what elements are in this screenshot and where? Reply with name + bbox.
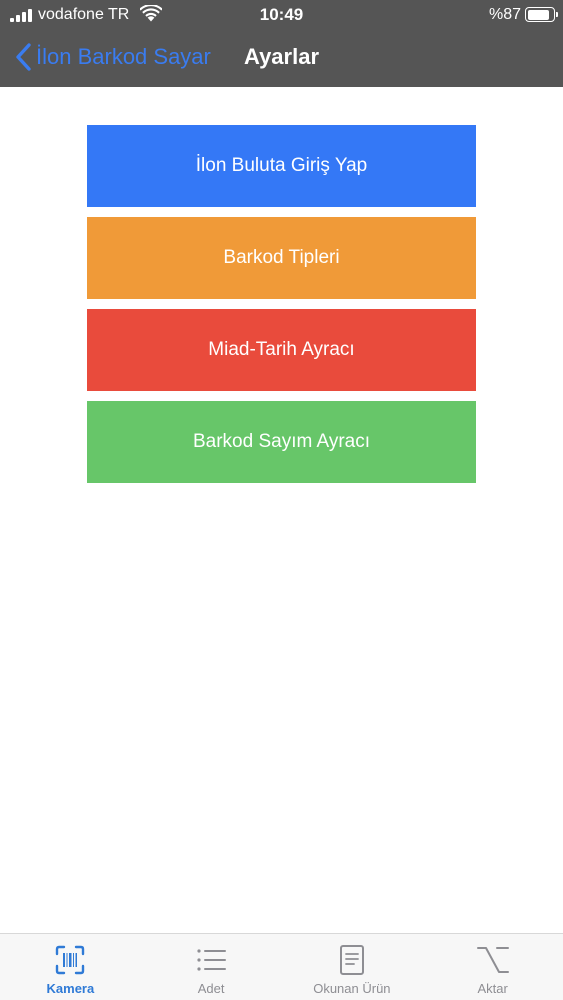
chevron-left-icon — [16, 43, 31, 71]
settings-screen: vodafone TR 10:49 %87 İlon Barkod Sayar … — [0, 0, 563, 1000]
tab-label: Okunan Ürün — [313, 981, 391, 996]
battery-icon — [525, 7, 558, 22]
tab-aktar[interactable]: Aktar — [422, 934, 563, 1000]
battery-percentage: %87 — [488, 6, 521, 23]
barcode-types-button[interactable]: Barkod Tipleri — [87, 217, 476, 299]
tab-label: Aktar — [477, 981, 508, 996]
option-key-icon — [476, 947, 509, 973]
back-button[interactable]: İlon Barkod Sayar — [14, 40, 211, 74]
page-title: Ayarlar — [244, 44, 320, 69]
tab-okunan-urun[interactable]: Okunan Ürün — [282, 934, 423, 1000]
back-button-label: İlon Barkod Sayar — [36, 44, 211, 69]
tab-bar: Kamera Adet Okunan Ürün Aktar — [0, 933, 563, 1000]
cloud-login-button[interactable]: İlon Buluta Giriş Yap — [87, 125, 476, 207]
status-bar: vodafone TR 10:49 %87 — [0, 0, 563, 30]
list-icon — [197, 949, 227, 971]
settings-menu: İlon Buluta Giriş Yap Barkod Tipleri Mia… — [87, 125, 476, 493]
tab-label: Adet — [197, 981, 225, 996]
tab-kamera[interactable]: Kamera — [0, 934, 141, 1000]
tab-adet[interactable]: Adet — [141, 934, 282, 1000]
expiry-date-separator-button[interactable]: Miad-Tarih Ayracı — [87, 309, 476, 391]
navigation-bar: İlon Barkod Sayar Ayarlar — [0, 30, 563, 87]
document-icon — [339, 945, 364, 975]
battery-fill — [527, 9, 550, 20]
barcode-count-separator-button[interactable]: Barkod Sayım Ayracı — [87, 401, 476, 483]
barcode-scan-icon — [56, 945, 85, 975]
status-time: 10:49 — [259, 5, 304, 24]
header: vodafone TR 10:49 %87 İlon Barkod Sayar … — [0, 0, 563, 87]
tab-label: Kamera — [46, 981, 95, 996]
